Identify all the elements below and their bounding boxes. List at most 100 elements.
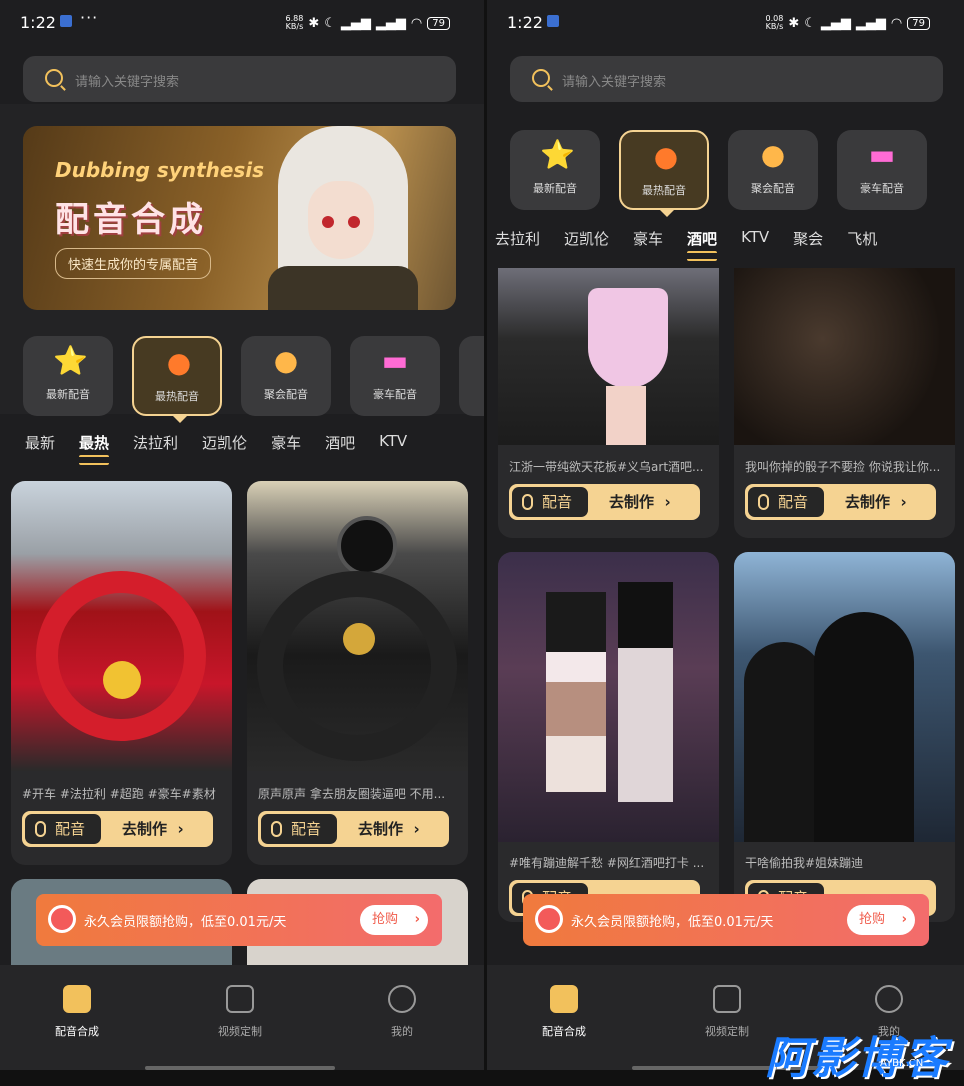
promo-text: 永久会员限额抢购，低至0.01元/天 (571, 915, 774, 930)
mic-icon (271, 821, 282, 837)
signal-icon: ▂▄▆ (820, 15, 851, 31)
card-action-bar: 配音 去制作 › (509, 484, 700, 520)
nav-video-custom[interactable]: 视频定制 (677, 985, 777, 1039)
video-card[interactable]: #开车 #法拉利 #超跑 #豪车#素材 配音 去制作 › (11, 481, 232, 865)
category-newest[interactable]: ⭐ 最新配音 (23, 336, 113, 416)
make-button[interactable]: 去制作 › (845, 484, 907, 520)
tab-ktv[interactable]: KTV (729, 222, 781, 255)
buy-button[interactable]: 抢购 › (847, 905, 915, 935)
video-thumbnail[interactable] (498, 552, 719, 842)
make-button[interactable]: 去制作 › (122, 811, 184, 847)
video-caption: #开车 #法拉利 #超跑 #豪车#素材 (22, 787, 216, 801)
fire-icon: ● (166, 346, 192, 379)
video-card[interactable]: #唯有蹦迪解千愁 #网红酒吧打卡 ... 配音 (498, 552, 719, 922)
tab-hottest[interactable]: 最热 (67, 426, 121, 465)
category-hottest[interactable]: ● 最热配音 (619, 130, 709, 217)
nav-label: 配音合成 (542, 1025, 586, 1038)
video-card[interactable]: 江浙一带纯欲天花板#义乌art酒吧... 配音 去制作 › (498, 268, 719, 538)
category-label: 豪车配音 (373, 388, 417, 401)
make-button[interactable]: 去制作 › (358, 811, 420, 847)
bluetooth-icon: ✱ (308, 15, 320, 31)
category-car[interactable]: ▬ 豪车配音 (837, 130, 927, 210)
home-indicator[interactable] (145, 1066, 335, 1070)
video-card[interactable]: 干啥偷拍我#姐妹蹦迪 配音 (734, 552, 955, 922)
video-caption: 江浙一带纯欲天花板#义乌art酒吧... (509, 460, 704, 474)
chevron-right-icon: › (167, 820, 184, 838)
promo-banner[interactable]: 永久会员限额抢购，低至0.01元/天 抢购 › (523, 894, 929, 946)
star-icon: ⭐ (53, 344, 88, 377)
tab-mclaren[interactable]: 迈凯伦 (190, 426, 259, 459)
nav-dubbing[interactable]: 配音合成 (514, 985, 614, 1039)
dancer-left (546, 592, 606, 792)
video-thumbnail[interactable] (734, 268, 955, 445)
video-caption: 我叫你掉的骰子不要捡 你说我让你... (745, 460, 941, 474)
nav-video-custom[interactable]: 视频定制 (190, 985, 290, 1039)
tab-bar: 最新 最热 法拉利 迈凯伦 豪车 酒吧 KTV (13, 426, 419, 465)
moon-icon: ☾ (324, 15, 336, 31)
video-card[interactable]: 原声原声 拿去朋友圈装逼吧 不用... 配音 去制作 › (247, 481, 468, 865)
make-label: 去制作 (609, 493, 655, 511)
search-input[interactable]: 请输入关键字搜索 (23, 56, 456, 102)
dub-button[interactable]: 配音 (25, 814, 101, 844)
category-label: 最热配音 (155, 390, 199, 403)
alarm-clock-icon (535, 905, 563, 933)
signal-icon: ▂▄▆ (340, 15, 371, 31)
tab-plane[interactable]: 飞机 (835, 222, 889, 255)
ferrari-logo-icon (103, 661, 141, 699)
moon-icon: ☾ (804, 15, 816, 31)
chevron-right-icon: › (654, 493, 671, 511)
dub-button[interactable]: 配音 (261, 814, 337, 844)
tab-bar[interactable]: 酒吧 (675, 222, 729, 261)
category-hottest[interactable]: ● 最热配音 (132, 336, 222, 423)
video-thumbnail[interactable] (734, 552, 955, 842)
dancer-right (618, 582, 673, 802)
video-thumbnail[interactable] (11, 481, 232, 771)
tab-newest[interactable]: 最新 (13, 426, 67, 459)
profile-icon (388, 985, 416, 1013)
promo-banner[interactable]: 永久会员限额抢购，低至0.01元/天 抢购 › (36, 894, 442, 946)
tab-ferrari[interactable]: 法拉利 (121, 426, 190, 459)
buy-button[interactable]: 抢购 › (360, 905, 428, 935)
party-icon: ● (273, 344, 299, 377)
dub-button[interactable]: 配音 (748, 487, 824, 517)
category-party[interactable]: ● 聚会配音 (241, 336, 331, 416)
alarm-clock-icon (48, 905, 76, 933)
nav-label: 视频定制 (705, 1025, 749, 1038)
nav-dubbing[interactable]: 配音合成 (27, 985, 127, 1039)
anime-girl-illustration (238, 126, 438, 310)
tab-bar[interactable]: 酒吧 (313, 426, 367, 459)
ferrari-logo-icon (343, 623, 375, 655)
banner[interactable]: Dubbing synthesis 配音合成 快速生成你的专属配音 (23, 126, 456, 310)
status-time: 1:22 (507, 13, 543, 32)
dub-button[interactable]: 配音 (512, 487, 588, 517)
signal2-icon: ▂▄▆ (375, 15, 406, 31)
tab-luxury-car[interactable]: 豪车 (621, 222, 675, 255)
tab-ferrari[interactable]: 去拉利 (487, 222, 552, 255)
nav-profile[interactable]: 我的 (352, 985, 452, 1039)
dub-label: 配音 (542, 493, 573, 511)
tab-mclaren[interactable]: 迈凯伦 (552, 222, 621, 255)
tab-luxury-car[interactable]: 豪车 (259, 426, 313, 459)
video-camera-icon (713, 985, 741, 1013)
right-screen: 1:22 0.08 KB/s ✱ ☾ ▂▄▆ ▂▄▆ ◠ 79 请输入关键字搜索… (487, 0, 964, 1070)
search-placeholder: 请输入关键字搜索 (75, 75, 180, 90)
tab-party[interactable]: 聚会 (781, 222, 835, 255)
star-icon: ⭐ (540, 138, 575, 171)
category-more[interactable] (459, 336, 484, 416)
make-label: 去制作 (845, 493, 891, 511)
category-party[interactable]: ● 聚会配音 (728, 130, 818, 210)
wifi-icon: ◠ (890, 15, 903, 31)
video-thumbnail[interactable] (247, 481, 468, 771)
video-card[interactable]: 我叫你掉的骰子不要捡 你说我让你... 配音 去制作 › (734, 268, 955, 538)
buy-label: 抢购 (859, 912, 886, 927)
make-label: 去制作 (122, 820, 168, 838)
tab-ktv[interactable]: KTV (367, 426, 419, 459)
category-car[interactable]: ▬ 豪车配音 (350, 336, 440, 416)
video-camera-icon (226, 985, 254, 1013)
person-left (744, 642, 824, 842)
status-icons: 6.88 KB/s ✱ ☾ ▂▄▆ ▂▄▆ ◠ 79 (286, 15, 450, 31)
category-newest[interactable]: ⭐ 最新配音 (510, 130, 600, 210)
make-button[interactable]: 去制作 › (609, 484, 671, 520)
video-thumbnail[interactable] (498, 268, 719, 445)
search-input[interactable]: 请输入关键字搜索 (510, 56, 943, 102)
